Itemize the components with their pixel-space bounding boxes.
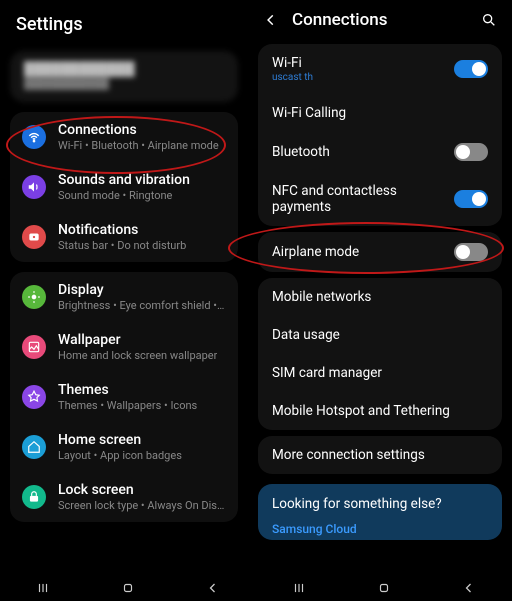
- airplane-toggle[interactable]: [454, 243, 488, 261]
- wifi-toggle[interactable]: [454, 60, 488, 78]
- item-title: Wallpaper: [58, 332, 217, 348]
- item-sub: Wi-Fi • Bluetooth • Airplane mode: [58, 139, 219, 152]
- item-title: Home screen: [58, 432, 182, 448]
- connections-pane: Connections Wi-Fi uscast th Wi-Fi Callin…: [248, 0, 512, 601]
- connections-item-mobile-networks[interactable]: Mobile networks: [258, 278, 502, 316]
- item-sub: Screen lock type • Always On Display: [58, 499, 226, 512]
- bluetooth-toggle[interactable]: [454, 143, 488, 161]
- search-icon[interactable]: [480, 11, 498, 29]
- connections-item-data-usage[interactable]: Data usage: [258, 316, 502, 354]
- item-sub: Layout • App icon badges: [58, 449, 182, 462]
- item-title: Wi-Fi Calling: [272, 105, 488, 121]
- item-title: Themes: [58, 382, 197, 398]
- suggestion-link-cloud[interactable]: Samsung Cloud: [272, 522, 488, 536]
- nav-recent-icon[interactable]: [35, 580, 51, 596]
- suggestion-title: Looking for something else?: [272, 496, 488, 512]
- home-icon: [22, 435, 46, 459]
- item-title: Mobile Hotspot and Tethering: [272, 403, 488, 419]
- item-sub: Status bar • Do not disturb: [58, 239, 186, 252]
- settings-group-2: Display Brightness • Eye comfort shield …: [10, 272, 238, 522]
- lock-icon: [22, 485, 46, 509]
- wifi-icon: [22, 125, 46, 149]
- connections-item-bluetooth[interactable]: Bluetooth: [258, 132, 502, 172]
- settings-item-notifications[interactable]: Notifications Status bar • Do not distur…: [10, 212, 238, 262]
- settings-item-wallpaper[interactable]: Wallpaper Home and lock screen wallpaper: [10, 322, 238, 372]
- display-icon: [22, 285, 46, 309]
- connections-title: Connections: [292, 10, 468, 30]
- settings-title: Settings: [0, 0, 248, 45]
- settings-group-1: Connections Wi-Fi • Bluetooth • Airplane…: [10, 112, 238, 262]
- nfc-toggle[interactable]: [454, 190, 488, 208]
- item-sub: Sound mode • Ringtone: [58, 189, 190, 202]
- nav-back-icon[interactable]: [461, 580, 477, 596]
- item-title: SIM card manager: [272, 365, 488, 381]
- connections-item-wifi[interactable]: Wi-Fi uscast th: [258, 44, 502, 94]
- connections-item-sim[interactable]: SIM card manager: [258, 354, 502, 392]
- item-title: Lock screen: [58, 482, 226, 498]
- profile-name: ████████████: [24, 61, 224, 77]
- system-navbar: [0, 575, 512, 601]
- settings-item-lock[interactable]: Lock screen Screen lock type • Always On…: [10, 472, 238, 522]
- settings-item-themes[interactable]: Themes Themes • Wallpapers • Icons: [10, 372, 238, 422]
- item-title: Bluetooth: [272, 144, 444, 160]
- item-sub: uscast th: [272, 72, 444, 83]
- item-title: Mobile networks: [272, 289, 488, 305]
- settings-item-home[interactable]: Home screen Layout • App icon badges: [10, 422, 238, 472]
- settings-item-display[interactable]: Display Brightness • Eye comfort shield …: [10, 272, 238, 322]
- item-title: Sounds and vibration: [58, 172, 190, 188]
- connections-group-2: Airplane mode: [258, 232, 502, 272]
- item-sub: Themes • Wallpapers • Icons: [58, 399, 197, 412]
- suggestion-card: Looking for something else? Samsung Clou…: [258, 484, 502, 540]
- nav-recent-icon[interactable]: [291, 580, 307, 596]
- item-sub: Brightness • Eye comfort shield • Navi: [58, 299, 226, 312]
- item-sub: Home and lock screen wallpaper: [58, 349, 217, 362]
- item-title: Data usage: [272, 327, 488, 343]
- connections-group-4: More connection settings: [258, 436, 502, 474]
- item-title: Notifications: [58, 222, 186, 238]
- settings-item-sounds[interactable]: Sounds and vibration Sound mode • Ringto…: [10, 162, 238, 212]
- profile-card[interactable]: ████████████ ████████████: [10, 51, 238, 102]
- profile-sub: ████████████: [24, 79, 224, 90]
- connections-item-hotspot[interactable]: Mobile Hotspot and Tethering: [258, 392, 502, 430]
- nav-home-icon[interactable]: [376, 580, 392, 596]
- item-title: Airplane mode: [272, 244, 444, 260]
- connections-item-nfc[interactable]: NFC and contactless payments: [258, 172, 502, 226]
- sound-icon: [22, 175, 46, 199]
- nav-home-icon[interactable]: [120, 580, 136, 596]
- item-title: Connections: [58, 122, 219, 138]
- connections-header: Connections: [248, 0, 512, 38]
- themes-icon: [22, 385, 46, 409]
- item-title: Display: [58, 282, 226, 298]
- settings-pane: Settings ████████████ ████████████ Conne…: [0, 0, 248, 601]
- connections-group-3: Mobile networks Data usage SIM card mana…: [258, 278, 502, 430]
- back-icon[interactable]: [262, 11, 280, 29]
- connections-item-more[interactable]: More connection settings: [258, 436, 502, 474]
- connections-item-wificalling[interactable]: Wi-Fi Calling: [258, 94, 502, 132]
- item-title: NFC and contactless payments: [272, 183, 444, 215]
- settings-item-connections[interactable]: Connections Wi-Fi • Bluetooth • Airplane…: [10, 112, 238, 162]
- connections-group-1: Wi-Fi uscast th Wi-Fi Calling Bluetooth …: [258, 44, 502, 226]
- nav-back-icon[interactable]: [205, 580, 221, 596]
- item-title: More connection settings: [272, 447, 488, 463]
- connections-item-airplane[interactable]: Airplane mode: [258, 232, 502, 272]
- wallpaper-icon: [22, 335, 46, 359]
- item-title: Wi-Fi: [272, 55, 444, 71]
- notifications-icon: [22, 225, 46, 249]
